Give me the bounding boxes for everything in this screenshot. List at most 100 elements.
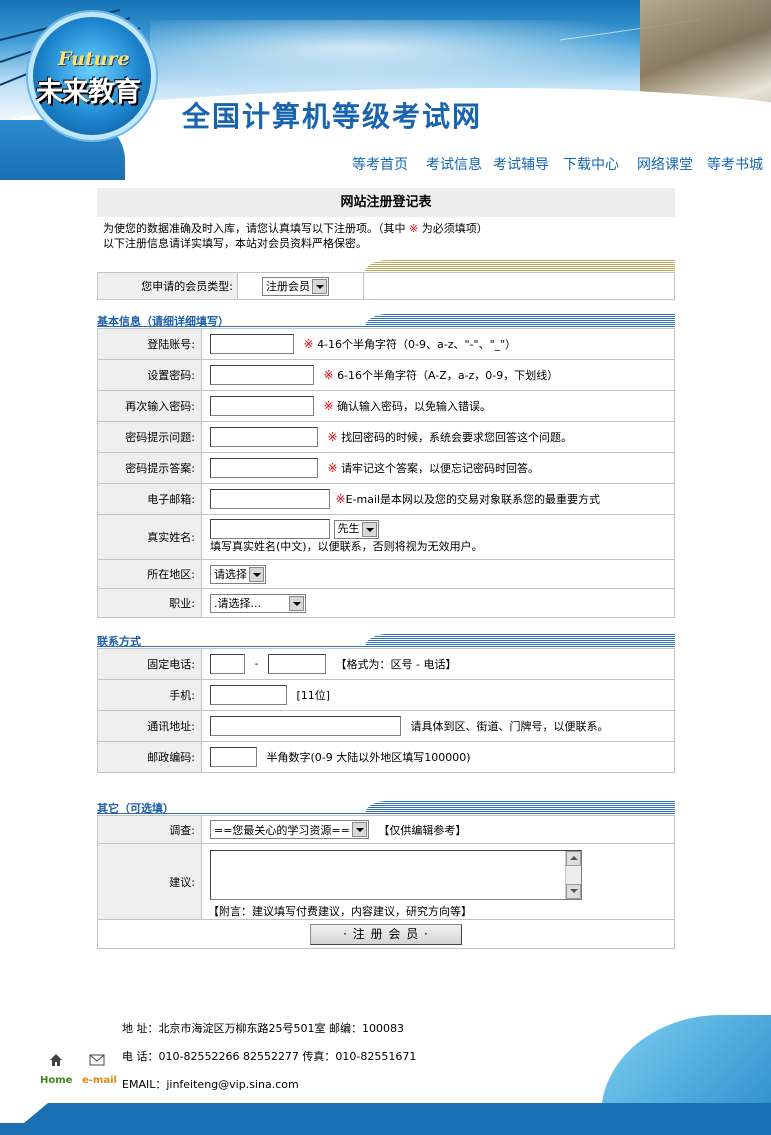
section-other-title: 其它（可选填）: [97, 802, 174, 815]
realname-label: 真实姓名:: [97, 514, 202, 560]
member-type-label: 您申请的会员类型:: [97, 272, 238, 300]
mobile-cell: [11位]: [201, 679, 675, 711]
email-link[interactable]: e-mail: [82, 1075, 117, 1086]
required-mark: ※: [323, 399, 334, 413]
region-cell: 请选择: [201, 559, 675, 589]
answer-hint: 请牢记这个答案，以便忘记密码时回答。: [341, 462, 540, 475]
login-label: 登陆账号:: [97, 328, 202, 360]
mobile-hint: [11位]: [296, 689, 331, 702]
main-nav: 等考首页 考试信息 考试辅导 下载中心 网络课堂 等考书城: [340, 154, 771, 174]
survey-select-value: ==您最关心的学习资源==: [214, 823, 350, 837]
intro-text-b: 为必须填项）: [421, 222, 488, 235]
suggest-scrollbar[interactable]: [565, 850, 581, 899]
phone-dash: -: [254, 657, 259, 670]
password-label: 设置密码:: [97, 359, 202, 391]
password-hint: 6-16个半角字符（A-Z，a-z，0-9，下划线）: [337, 369, 559, 382]
login-hint-wrap: ※ 4-16个半角字符（0-9、a-z、"-"、"_"）: [304, 337, 517, 351]
address-hint: 请具体到区、街道、门牌号，以便联系。: [410, 720, 609, 733]
section-basic-title: 基本信息（请细详细填写）: [97, 315, 229, 328]
email-hint-wrap: ※E-mail是本网以及您的交易对象联系您的最重要方式: [336, 492, 601, 506]
suggest-label: 建议:: [97, 843, 202, 920]
mail-icon[interactable]: [89, 1053, 105, 1071]
email-input[interactable]: [210, 489, 330, 509]
basic-info-table: 登陆账号: ※ 4-16个半角字符（0-9、a-z、"-"、"_"） 设置密码:…: [97, 328, 675, 618]
title-select[interactable]: 先生: [333, 519, 379, 539]
register-submit-button[interactable]: · 注 册 会 员 ·: [310, 923, 462, 945]
region-select[interactable]: 请选择: [210, 564, 266, 584]
nav-tutoring[interactable]: 考试辅导: [493, 154, 549, 174]
nav-downloads[interactable]: 下载中心: [563, 154, 619, 174]
survey-select[interactable]: ==您最关心的学习资源==: [210, 820, 369, 839]
scroll-up-icon[interactable]: [566, 850, 581, 866]
scroll-down-icon[interactable]: [566, 883, 581, 899]
nav-online-class[interactable]: 网络课堂: [637, 154, 693, 174]
realname-input[interactable]: [210, 519, 330, 539]
phone-label: 固定电话:: [97, 648, 202, 680]
email-hint: E-mail是本网以及您的交易对象联系您的最重要方式: [345, 493, 601, 506]
question-label: 密码提示问题:: [97, 421, 202, 453]
zip-hint: 半角数字(0-9 大陆以外地区填写100000): [266, 751, 471, 764]
login-cell: ※ 4-16个半角字符（0-9、a-z、"-"、"_"）: [201, 328, 675, 360]
suggest-textarea[interactable]: [210, 849, 582, 900]
nav-home[interactable]: 等考首页: [352, 154, 408, 174]
confirm-password-cell: ※ 确认输入密码，以免输入错误。: [201, 390, 675, 422]
password-cell: ※ 6-16个半角字符（A-Z，a-z，0-9，下划线）: [201, 359, 675, 391]
mobile-input[interactable]: [210, 685, 287, 705]
survey-label: 调查:: [97, 815, 202, 844]
suggest-cell: 【附言：建议填写付费建议，内容建议，研究方向等】: [201, 843, 675, 920]
survey-cell: ==您最关心的学习资源== 【仅供编辑参考】: [201, 815, 675, 844]
phone-number-input[interactable]: [267, 654, 326, 674]
mobile-label: 手机:: [97, 679, 202, 711]
section-other-line: [97, 813, 675, 814]
zip-input[interactable]: [210, 747, 257, 767]
intro-line-2: 以下注册信息请详实填写，本站对会员资料严格保密。: [103, 237, 367, 250]
question-input[interactable]: [210, 427, 318, 447]
intro-required-mark: ※: [409, 222, 419, 235]
question-cell: ※ 找回密码的时候，系统会要求您回答这个问题。: [201, 421, 675, 453]
required-mark: ※: [323, 368, 334, 382]
intro-text-a: 为使您的数据准确及时入库，请您认真填写以下注册项。（其中: [103, 222, 406, 235]
dropdown-arrow-icon: [361, 521, 377, 537]
section-contact-bar: 联系方式: [97, 634, 675, 648]
region-select-value: 请选择: [214, 568, 247, 581]
phone-cell: - 【格式为：区号 - 电话】: [201, 648, 675, 680]
nav-bookstore[interactable]: 等考书城: [707, 154, 763, 174]
password-hint-wrap: ※ 6-16个半角字符（A-Z，a-z，0-9，下划线）: [323, 368, 559, 382]
footer-email[interactable]: EMAIL：jinfeiteng@vip.sina.com: [122, 1076, 299, 1092]
job-cell: .请选择...: [201, 588, 675, 618]
footer-phone: 电 话：010-82552266 82552277 传真：010-8255167…: [122, 1050, 417, 1063]
dropdown-arrow-icon: [351, 822, 367, 837]
zip-cell: 半角数字(0-9 大陆以外地区填写100000): [201, 741, 675, 773]
section-basic-bar: 基本信息（请细详细填写）: [97, 314, 675, 328]
suggest-hint: 【附言：建议填写付费建议，内容建议，研究方向等】: [208, 904, 472, 918]
member-type-cell: 注册会员: [237, 272, 364, 300]
member-type-table: 您申请的会员类型: 注册会员: [97, 272, 675, 300]
footer-bottom-band: [0, 1103, 771, 1135]
confirm-password-input[interactable]: [210, 396, 314, 416]
logo-future-text: Future: [58, 48, 130, 70]
submit-cell: · 注 册 会 员 ·: [97, 919, 675, 949]
job-select[interactable]: .请选择...: [210, 593, 306, 613]
footer-address: 地 址：北京市海淀区万柳东路25号501室 邮编：100083: [122, 1022, 404, 1035]
member-type-select[interactable]: 注册会员: [262, 276, 329, 296]
dropdown-arrow-icon: [249, 566, 264, 582]
nav-exam-info[interactable]: 考试信息: [426, 154, 482, 174]
title-select-value: 先生: [337, 522, 360, 535]
job-select-value: .请选择...: [214, 597, 261, 610]
section-contact-line: [97, 646, 675, 647]
address-input[interactable]: [210, 716, 401, 736]
home-icon[interactable]: [48, 1052, 64, 1072]
login-input[interactable]: [210, 334, 294, 354]
logo-chinese-text: 未来教育: [36, 77, 141, 108]
area-code-input[interactable]: [210, 654, 245, 674]
contact-table: 固定电话: - 【格式为：区号 - 电话】 手机: [11位] 通讯地址: 请具…: [97, 648, 675, 773]
password-input[interactable]: [210, 365, 314, 385]
confirm-password-label: 再次输入密码:: [97, 390, 202, 422]
login-hint: 4-16个半角字符（0-9、a-z、"-"、"_"）: [317, 338, 517, 351]
realname-cell: 先生 填写真实姓名(中文)，以便联系，否则将视为无效用户。: [201, 514, 675, 560]
question-hint: 找回密码的时候，系统会要求您回答这个问题。: [341, 431, 573, 444]
answer-input[interactable]: [210, 458, 318, 478]
home-link[interactable]: Home: [40, 1075, 72, 1086]
region-label: 所在地区:: [97, 559, 202, 589]
job-label: 职业:: [97, 588, 202, 618]
